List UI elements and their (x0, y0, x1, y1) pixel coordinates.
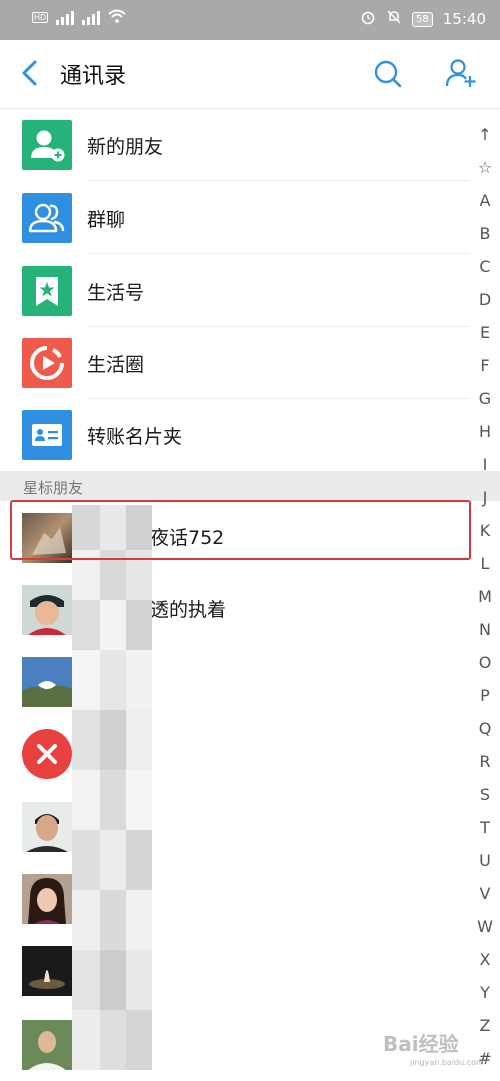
signal-indicators: HD (32, 9, 126, 26)
index-letter[interactable]: N (470, 613, 500, 646)
list-item-label: 转账名片夹 (87, 426, 183, 448)
search-icon[interactable] (372, 58, 404, 90)
list-item-life-account[interactable]: 生活号 (0, 254, 470, 327)
contact-row[interactable] (0, 790, 470, 863)
app-header: 通讯录 (0, 40, 500, 109)
back-icon[interactable] (16, 58, 46, 88)
card-holder-icon (22, 410, 72, 460)
list-item-label: 群聊 (87, 209, 126, 231)
index-letter[interactable]: Z (470, 1009, 500, 1042)
index-letter[interactable]: L (470, 547, 500, 580)
contact-row[interactable] (0, 934, 470, 1007)
index-letter[interactable]: F (470, 349, 500, 382)
wifi-icon (108, 9, 126, 26)
contact-row[interactable]: 透的执着 (0, 573, 470, 646)
index-letter[interactable]: T (470, 811, 500, 844)
index-letter[interactable]: B (470, 217, 500, 250)
life-circle-icon (22, 338, 72, 388)
contact-name: 透的执着 (150, 599, 227, 621)
contact-row[interactable] (0, 717, 470, 790)
mute-icon (386, 9, 402, 29)
index-letter[interactable]: P (470, 679, 500, 712)
new-friend-icon (22, 120, 72, 170)
group-chat-icon (22, 193, 72, 243)
index-letter[interactable]: E (470, 316, 500, 349)
index-letter[interactable]: X (470, 943, 500, 976)
index-letter[interactable]: Q (470, 712, 500, 745)
index-letter[interactable]: ↑ (470, 118, 500, 151)
index-letter[interactable]: O (470, 646, 500, 679)
avatar (22, 946, 72, 996)
index-letter[interactable]: H (470, 415, 500, 448)
list-item-new-friends[interactable]: 新的朋友 (0, 108, 470, 181)
section-header-starred: 星标朋友 (0, 471, 500, 501)
privacy-mosaic (72, 505, 152, 1070)
life-account-icon (22, 266, 72, 316)
index-letter[interactable]: G (470, 382, 500, 415)
avatar (22, 874, 72, 924)
index-letter[interactable]: U (470, 844, 500, 877)
watermark-url: jingyan.baidu.com (410, 1058, 484, 1067)
index-letter[interactable]: ☆ (470, 151, 500, 184)
index-letter[interactable]: M (470, 580, 500, 613)
list-item-label: 新的朋友 (87, 136, 164, 158)
avatar (22, 1020, 72, 1070)
list-item-group-chat[interactable]: 群聊 (0, 181, 470, 254)
signal-icon (56, 10, 75, 25)
index-letter[interactable]: A (470, 184, 500, 217)
contact-row[interactable] (0, 645, 470, 718)
list-item-label: 生活号 (87, 282, 145, 304)
signal-icon (82, 10, 101, 25)
index-letter[interactable]: I (470, 448, 500, 481)
contact-row[interactable] (0, 862, 470, 935)
list-item-life-circle[interactable]: 生活圈 (0, 326, 470, 399)
list-item-card-holder[interactable]: 转账名片夹 (0, 398, 470, 471)
index-letter[interactable]: C (470, 250, 500, 283)
avatar (22, 657, 72, 707)
list-item-label: 生活圈 (87, 354, 145, 376)
highlight-box (10, 500, 471, 560)
alphabet-index[interactable]: ↑ ☆ A B C D E F G H I J K L M N O P Q R … (470, 118, 500, 1075)
page-title: 通讯录 (60, 64, 127, 89)
avatar (22, 729, 72, 779)
watermark: Bai经验 (383, 1032, 459, 1056)
index-letter[interactable]: D (470, 283, 500, 316)
battery-icon: 58 (412, 11, 433, 27)
index-letter[interactable]: S (470, 778, 500, 811)
avatar (22, 802, 72, 852)
index-letter[interactable]: Y (470, 976, 500, 1009)
index-letter[interactable]: R (470, 745, 500, 778)
status-time: 15:40 (442, 10, 486, 28)
status-bar: HD 58 15:40 (0, 0, 500, 40)
index-letter[interactable]: V (470, 877, 500, 910)
alarm-icon (360, 9, 376, 29)
index-letter[interactable]: J (470, 481, 500, 514)
index-letter[interactable]: K (470, 514, 500, 547)
add-friend-icon[interactable] (444, 56, 478, 90)
avatar (22, 585, 72, 635)
index-letter[interactable]: W (470, 910, 500, 943)
